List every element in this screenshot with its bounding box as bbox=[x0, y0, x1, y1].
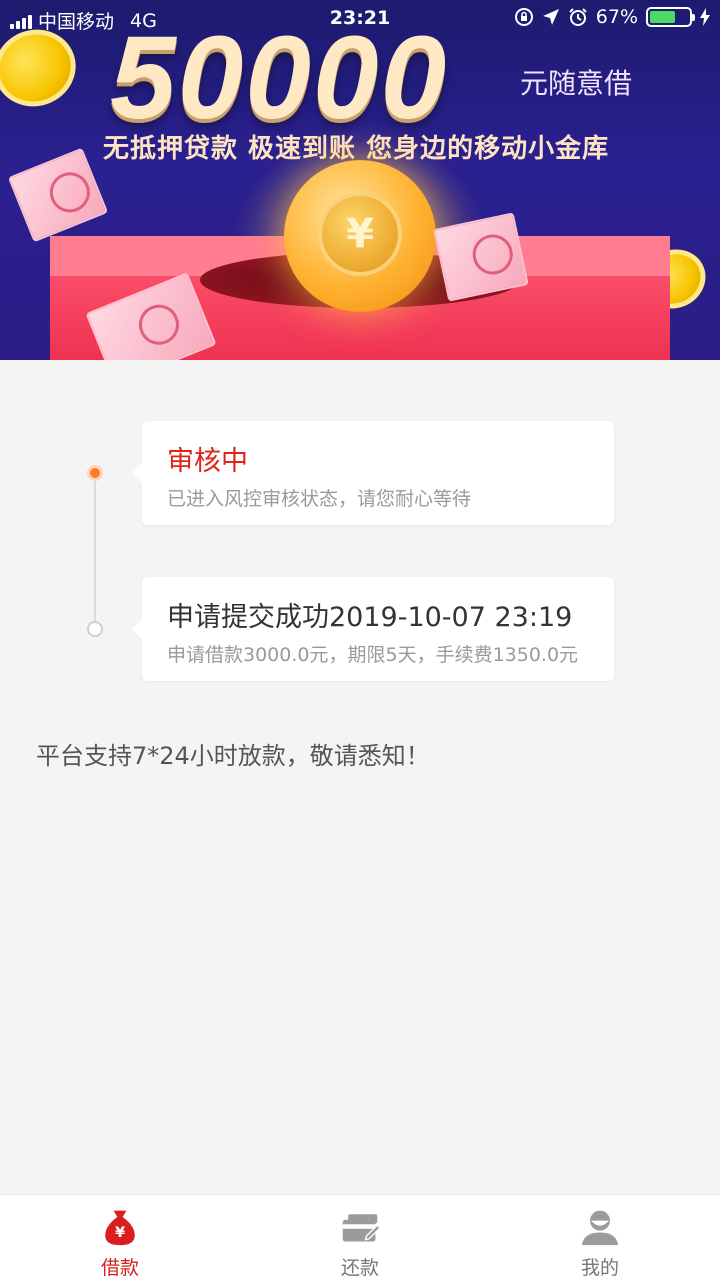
battery-icon bbox=[646, 7, 695, 27]
status-title: 申请提交成功2019-10-07 23:19 bbox=[167, 602, 573, 633]
yuan-coin-icon: ¥ bbox=[318, 192, 402, 276]
status-description: 已进入风控审核状态，请您耐心等待 bbox=[167, 488, 472, 510]
rotation-lock-icon bbox=[514, 8, 533, 26]
status-bar: 中国移动 4G 23:21 67% bbox=[0, 0, 720, 36]
status-card-reviewing: 审核中 已进入风控审核状态，请您耐心等待 bbox=[132, 421, 614, 525]
location-icon bbox=[542, 9, 559, 25]
svg-text:¥: ¥ bbox=[115, 1225, 125, 1241]
tab-label: 我的 bbox=[580, 1257, 619, 1279]
alarm-icon bbox=[569, 8, 587, 26]
service-notice: 平台支持7*24小时放款，敬请悉知！ bbox=[36, 742, 430, 770]
banknote-icon bbox=[7, 147, 109, 243]
tab-mine[interactable]: 我的 bbox=[480, 1195, 720, 1280]
user-icon bbox=[581, 1210, 619, 1246]
bottom-tab-bar: ¥ 借款 还款 我的 bbox=[0, 1194, 720, 1280]
repay-card-icon bbox=[342, 1214, 381, 1242]
tab-label: 借款 bbox=[100, 1257, 139, 1279]
charging-icon bbox=[700, 8, 710, 26]
promo-banner[interactable]: 50000 元随意借 无抵押贷款 极速到账 您身边的移动小金库 ¥ 中国移动 4… bbox=[0, 0, 720, 360]
status-title: 审核中 bbox=[167, 446, 248, 477]
tab-label: 还款 bbox=[340, 1257, 379, 1279]
timeline-dot-active bbox=[87, 465, 103, 481]
tab-repay[interactable]: 还款 bbox=[240, 1195, 480, 1280]
money-bag-icon: ¥ bbox=[105, 1210, 135, 1246]
timeline-dot-done bbox=[87, 621, 103, 637]
tab-borrow[interactable]: ¥ 借款 bbox=[0, 1195, 240, 1280]
status-description: 申请借款3000.0元，期限5天，手续费1350.0元 bbox=[167, 644, 579, 666]
status-card-submitted: 申请提交成功2019-10-07 23:19 申请借款3000.0元，期限5天，… bbox=[132, 577, 614, 681]
battery-level bbox=[650, 11, 676, 23]
timeline-connector bbox=[94, 474, 96, 628]
banner-amount-suffix: 元随意借 bbox=[520, 67, 633, 100]
battery-percent: 67% bbox=[595, 6, 638, 28]
